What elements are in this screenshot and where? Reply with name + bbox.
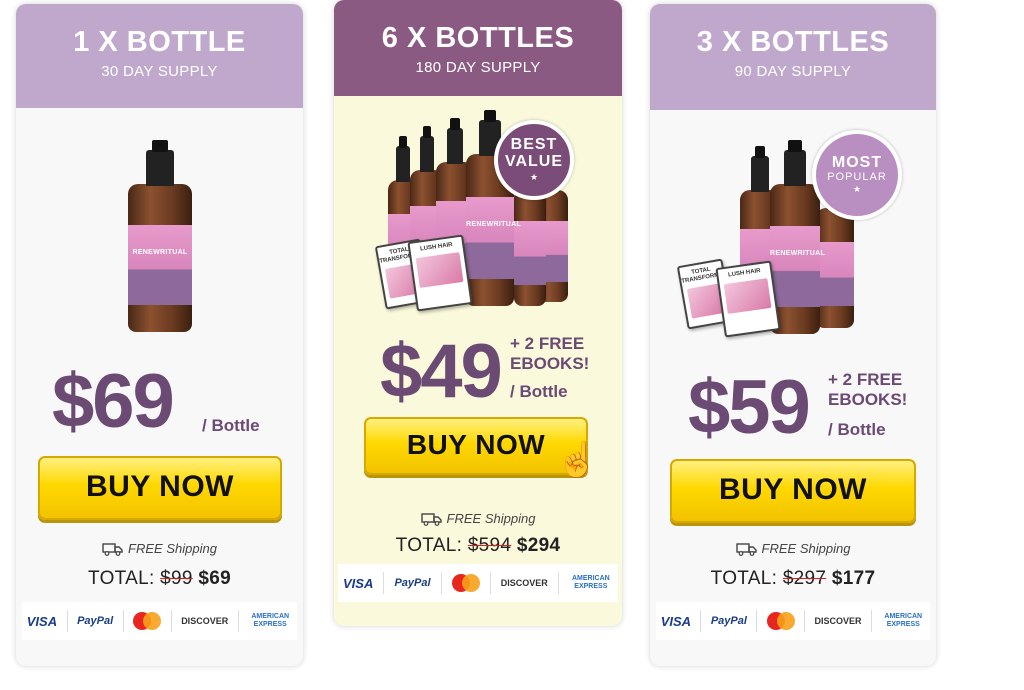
total-line: TOTAL: $297 $177 xyxy=(650,568,936,590)
amex-logo: AMERICAN EXPRESS xyxy=(571,575,610,590)
bottle-brand: RENEWRITUAL xyxy=(770,250,826,258)
mastercard-logo xyxy=(766,612,795,630)
buy-now-button[interactable]: BUY NOW xyxy=(364,417,588,475)
card-header: 3 X BOTTLES 90 DAY SUPPLY xyxy=(650,4,936,110)
total-label: TOTAL: xyxy=(710,568,778,589)
total-label: TOTAL: xyxy=(395,535,463,556)
new-price: $177 xyxy=(831,568,876,589)
shipping-label: FREE Shipping xyxy=(761,541,851,556)
truck-icon xyxy=(735,543,757,556)
bottle-image: RENEWRITUAL xyxy=(128,140,192,332)
buy-now-button[interactable]: BUY NOW xyxy=(38,456,282,520)
price-bonus: + 2 FREE EBOOKS! / Bottle xyxy=(510,334,589,402)
free-shipping: FREE Shipping xyxy=(334,511,622,526)
total-line: TOTAL: $594 $294 xyxy=(334,535,622,557)
price-unit: / Bottle xyxy=(828,420,886,439)
truck-icon xyxy=(102,543,123,556)
mastercard-logo xyxy=(133,612,162,630)
visa-logo: VISA xyxy=(26,613,58,629)
discover-logo: DISCOVER xyxy=(500,578,548,588)
offer-card-6-bottles: 6 X BOTTLES 180 DAY SUPPLY RENEWRITUAL T… xyxy=(334,0,622,626)
amex-logo: AMERICAN EXPRESS xyxy=(884,613,923,628)
price-unit: / Bottle xyxy=(202,416,260,435)
truck-icon xyxy=(420,513,442,526)
mastercard-logo xyxy=(451,574,480,592)
best-value-badge: BEST VALUE ★ xyxy=(494,120,574,200)
old-price: $594 xyxy=(467,535,512,556)
total-label: TOTAL: xyxy=(88,568,155,589)
bonus-line2: EBOOKS! xyxy=(828,390,908,409)
card-header: 6 X BOTTLES 180 DAY SUPPLY xyxy=(334,0,622,96)
paypal-logo: PayPal xyxy=(394,577,431,589)
free-shipping: FREE Shipping xyxy=(650,541,936,556)
badge-line1: BEST xyxy=(510,136,558,154)
visa-logo: VISA xyxy=(343,575,374,591)
buy-now-button[interactable]: BUY NOW xyxy=(670,459,916,523)
card-subtitle: 30 DAY SUPPLY xyxy=(101,63,218,80)
payment-methods: VISA PayPal DISCOVER AMERICAN EXPRESS xyxy=(338,564,618,602)
payment-methods: VISA PayPal DISCOVER AMERICAN EXPRESS xyxy=(656,602,930,640)
card-title: 3 X BOTTLES xyxy=(696,26,890,58)
shipping-label: FREE Shipping xyxy=(446,511,536,526)
ebook-lush-hair: LUSH HAIR xyxy=(407,234,473,312)
new-price: $69 xyxy=(198,568,231,589)
badge-line1: MOST xyxy=(831,154,883,172)
offer-card-1-bottle: 1 X BOTTLE 30 DAY SUPPLY RENEWRITUAL $69… xyxy=(16,4,303,666)
product-image: RENEWRITUAL xyxy=(128,140,192,334)
bonus-line1: + 2 FREE xyxy=(510,334,585,353)
badge-line2: POPULAR xyxy=(827,170,887,183)
paypal-logo: PayPal xyxy=(77,615,114,627)
card-header: 1 X BOTTLE 30 DAY SUPPLY xyxy=(16,4,303,108)
card-subtitle: 90 DAY SUPPLY xyxy=(734,63,852,80)
offer-card-3-bottles: 3 X BOTTLES 90 DAY SUPPLY RENEWRITUAL TO… xyxy=(650,4,936,666)
visa-logo: VISA xyxy=(660,613,692,629)
payment-methods: VISA PayPal DISCOVER AMERICAN EXPRESS xyxy=(22,602,297,640)
price: $59 xyxy=(688,365,811,450)
star-icon: ★ xyxy=(852,184,862,195)
bonus-line1: + 2 FREE xyxy=(828,370,903,389)
star-icon: ★ xyxy=(529,172,539,183)
old-price: $99 xyxy=(160,568,193,589)
shipping-label: FREE Shipping xyxy=(128,541,217,556)
badge-line2: VALUE xyxy=(504,153,564,171)
paypal-logo: PayPal xyxy=(710,615,747,627)
card-subtitle: 180 DAY SUPPLY xyxy=(415,59,541,76)
bottle-brand: RENEWRITUAL xyxy=(132,249,188,257)
free-shipping: FREE Shipping xyxy=(16,541,303,556)
card-title: 6 X BOTTLES xyxy=(381,22,575,54)
new-price: $294 xyxy=(516,535,561,556)
card-title: 1 X BOTTLE xyxy=(73,26,246,58)
old-price: $297 xyxy=(782,568,827,589)
price: $69 xyxy=(52,359,175,444)
bonus-line2: EBOOKS! xyxy=(510,354,590,373)
ebook-lush-hair: LUSH HAIR xyxy=(715,260,781,338)
most-popular-badge: MOST POPULAR ★ xyxy=(812,130,902,220)
hand-cursor-icon: ☝ xyxy=(556,441,599,479)
bottle-brand: RENEWRITUAL xyxy=(466,221,522,229)
price-unit: / Bottle xyxy=(510,382,568,401)
price-bonus: + 2 FREE EBOOKS! / Bottle xyxy=(828,370,907,440)
total-line: TOTAL: $99 $69 xyxy=(16,568,303,590)
discover-logo: DISCOVER xyxy=(814,616,862,626)
discover-logo: DISCOVER xyxy=(181,616,229,626)
price: $49 xyxy=(380,329,503,414)
amex-logo: AMERICAN EXPRESS xyxy=(251,613,290,628)
